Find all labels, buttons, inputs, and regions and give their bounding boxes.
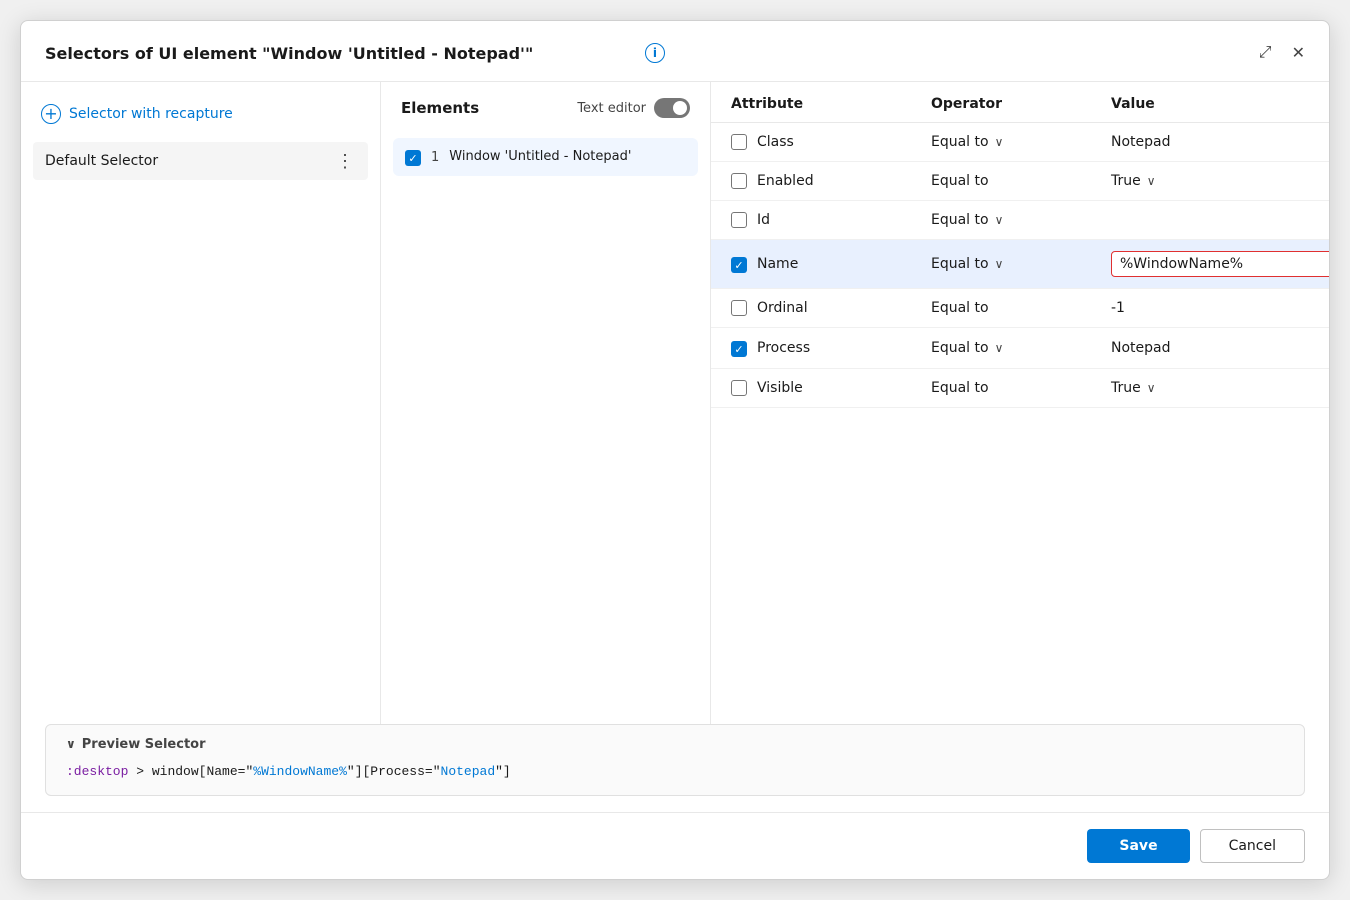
code-attr2-open: [Process=" (363, 764, 441, 779)
center-panel: Elements Text editor 1 Window 'Untitled … (381, 82, 711, 724)
code-attr1-val: %WindowName% (253, 764, 347, 779)
code-attr2-val: Notepad (441, 764, 496, 779)
checkbox-id[interactable] (731, 212, 747, 228)
attr-name-visible: Visible (757, 380, 803, 396)
text-editor-label: Text editor (577, 98, 690, 118)
preview-header[interactable]: ∨ Preview Selector (66, 737, 1284, 752)
right-panel: Attribute Operator Value Class Equal to … (711, 82, 1329, 724)
elements-list: 1 Window 'Untitled - Notepad' (381, 130, 710, 724)
operator-class: Equal to ∨ (931, 134, 1111, 150)
checkbox-class[interactable] (731, 134, 747, 150)
checkbox-name[interactable] (731, 257, 747, 273)
preview-section: ∨ Preview Selector :desktop > window[Nam… (45, 724, 1305, 797)
element-checkbox[interactable] (405, 150, 421, 166)
add-selector-label: Selector with recapture (69, 106, 233, 122)
attr-row-enabled: Enabled Equal to True ∨ (711, 162, 1329, 201)
preview-outer: ∨ Preview Selector :desktop > window[Nam… (21, 724, 1329, 813)
value-name: %WindowName% {x} (1111, 251, 1329, 277)
title-actions: ⤢ ✕ (1255, 39, 1309, 67)
value-enabled: True ∨ (1111, 173, 1309, 189)
attr-header-attribute: Attribute (731, 96, 931, 112)
value-input-text-name[interactable]: %WindowName% (1120, 256, 1323, 272)
attr-header-operator: Operator (931, 96, 1111, 112)
attr-name-enabled: Enabled (757, 173, 814, 189)
footer-bar: Save Cancel (21, 812, 1329, 879)
element-name: Window 'Untitled - Notepad' (449, 148, 631, 166)
attr-row-process: Process Equal to ∨ Notepad (711, 328, 1329, 369)
attr-name-id: Id (757, 212, 770, 228)
value-class: Notepad (1111, 134, 1309, 150)
code-element: window (152, 764, 199, 779)
selector-item-label: Default Selector (45, 153, 158, 169)
attr-name-cell-process: Process (731, 339, 931, 357)
chevron-down-icon-enabled[interactable]: ∨ (1147, 174, 1156, 188)
operator-enabled: Equal to (931, 173, 1111, 189)
elements-panel-header: Elements Text editor (381, 82, 710, 130)
operator-id: Equal to ∨ (931, 212, 1111, 228)
elements-label: Elements (401, 99, 479, 117)
attr-name-class: Class (757, 134, 794, 150)
chevron-down-icon-class[interactable]: ∨ (995, 135, 1004, 149)
checkbox-visible[interactable] (731, 380, 747, 396)
selector-more-button[interactable]: ⋮ (334, 152, 356, 170)
attr-header-value: Value (1111, 96, 1309, 112)
add-icon: + (41, 104, 61, 124)
close-button[interactable]: ✕ (1288, 39, 1309, 67)
dialog: Selectors of UI element "Window 'Untitle… (20, 20, 1330, 880)
chevron-down-icon-process[interactable]: ∨ (995, 341, 1004, 355)
attr-name-ordinal: Ordinal (757, 300, 808, 316)
attr-row-class: Class Equal to ∨ Notepad (711, 123, 1329, 162)
attr-name-cell-ordinal: Ordinal (731, 300, 931, 316)
operator-visible: Equal to (931, 380, 1111, 396)
dialog-title: Selectors of UI element "Window 'Untitle… (45, 44, 635, 63)
attr-name-process: Process (757, 340, 810, 356)
attr-row-id: Id Equal to ∨ (711, 201, 1329, 240)
selector-item-default[interactable]: Default Selector ⋮ (33, 142, 368, 180)
preview-code: :desktop > window[Name="%WindowName%"][P… (66, 762, 1284, 782)
attr-row-name: Name Equal to ∨ %WindowName% {x} (711, 240, 1329, 289)
attributes-table: Attribute Operator Value Class Equal to … (711, 82, 1329, 724)
operator-ordinal: Equal to (931, 300, 1111, 316)
add-selector-button[interactable]: + Selector with recapture (33, 98, 368, 130)
code-arrow: > (136, 764, 152, 779)
attr-row-visible: Visible Equal to True ∨ (711, 369, 1329, 408)
attr-name-cell-class: Class (731, 134, 931, 150)
dialog-body: + Selector with recapture Default Select… (21, 82, 1329, 724)
value-input-wrapper-name: %WindowName% {x} (1111, 251, 1329, 277)
chevron-down-icon-name[interactable]: ∨ (995, 257, 1004, 271)
save-button[interactable]: Save (1087, 829, 1189, 863)
value-visible: True ∨ (1111, 380, 1309, 396)
element-number: 1 (431, 150, 439, 165)
attr-name-cell-id: Id (731, 212, 931, 228)
attr-name-cell-enabled: Enabled (731, 173, 931, 189)
element-item[interactable]: 1 Window 'Untitled - Notepad' (393, 138, 698, 176)
chevron-down-icon-visible[interactable]: ∨ (1147, 381, 1156, 395)
code-attr1-close: "] (347, 764, 363, 779)
value-ordinal: -1 (1111, 300, 1309, 316)
chevron-down-icon-id[interactable]: ∨ (995, 213, 1004, 227)
checkbox-enabled[interactable] (731, 173, 747, 189)
code-attr1-open: [Name=" (199, 764, 254, 779)
operator-process: Equal to ∨ (931, 340, 1111, 356)
left-panel: + Selector with recapture Default Select… (21, 82, 381, 724)
expand-button[interactable]: ⤢ (1255, 40, 1276, 66)
attr-name-name: Name (757, 256, 798, 272)
checkbox-ordinal[interactable] (731, 300, 747, 316)
value-process: Notepad (1111, 340, 1309, 356)
checkbox-process[interactable] (731, 341, 747, 357)
preview-label: Preview Selector (82, 737, 206, 752)
chevron-down-icon-preview: ∨ (66, 737, 76, 751)
attr-name-cell-visible: Visible (731, 380, 931, 396)
operator-name: Equal to ∨ (931, 256, 1111, 272)
text-editor-toggle[interactable] (654, 98, 690, 118)
code-attr2-close: "] (495, 764, 511, 779)
attr-header-row: Attribute Operator Value (711, 82, 1329, 123)
attr-row-ordinal: Ordinal Equal to -1 (711, 289, 1329, 328)
cancel-button[interactable]: Cancel (1200, 829, 1305, 863)
code-desktop: :desktop (66, 764, 128, 779)
title-bar: Selectors of UI element "Window 'Untitle… (21, 21, 1329, 82)
info-icon[interactable]: i (645, 43, 665, 63)
attr-name-cell-name: Name (731, 255, 931, 273)
